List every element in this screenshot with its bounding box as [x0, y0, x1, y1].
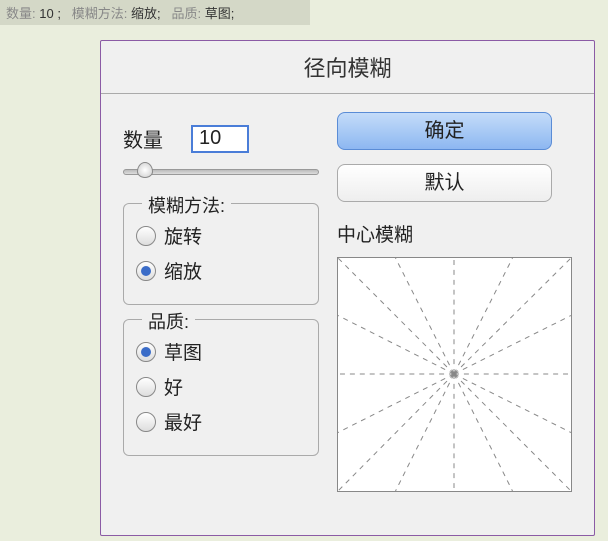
- dialog-title: 径向模糊: [101, 41, 594, 94]
- radio-icon: [136, 226, 156, 246]
- blur-method-legend: 模糊方法:: [142, 192, 231, 218]
- preview-label: 中心模糊: [337, 220, 572, 247]
- radio-icon: [136, 412, 156, 432]
- radio-label: 旋转: [164, 222, 202, 249]
- summary-quality-val: 草图;: [205, 6, 235, 21]
- radio-draft[interactable]: 草图: [136, 338, 306, 365]
- radio-spin[interactable]: 旋转: [136, 222, 306, 249]
- quality-group: 品质: 草图 好 最好: [123, 319, 319, 456]
- summary-quality-key: 品质:: [172, 6, 202, 21]
- radio-label: 缩放: [164, 257, 202, 284]
- radio-label: 草图: [164, 338, 202, 365]
- blur-center-preview[interactable]: [337, 257, 572, 492]
- summary-amount-val: 10 ;: [39, 6, 61, 21]
- radio-best[interactable]: 最好: [136, 408, 306, 435]
- default-button[interactable]: 默认: [337, 164, 552, 202]
- radial-blur-dialog: 径向模糊 数量 模糊方法: 旋转 缩放: [100, 40, 595, 536]
- slider-thumb[interactable]: [137, 162, 153, 178]
- radio-good[interactable]: 好: [136, 373, 306, 400]
- radio-zoom[interactable]: 缩放: [136, 257, 306, 284]
- radio-icon: [136, 261, 156, 281]
- summary-method-key: 模糊方法:: [72, 6, 128, 21]
- zoom-preview-icon: [338, 258, 571, 491]
- summary-method-val: 缩放;: [131, 6, 161, 21]
- amount-input[interactable]: [191, 125, 249, 153]
- amount-label: 数量: [123, 124, 163, 153]
- ok-button[interactable]: 确定: [337, 112, 552, 150]
- radio-icon: [136, 377, 156, 397]
- quality-legend: 品质:: [142, 308, 195, 334]
- radio-icon: [136, 342, 156, 362]
- blur-method-group: 模糊方法: 旋转 缩放: [123, 203, 319, 305]
- params-summary-bar: 数量: 10 ; 模糊方法: 缩放; 品质: 草图;: [0, 0, 310, 25]
- summary-amount-key: 数量:: [6, 6, 36, 21]
- amount-slider[interactable]: [123, 161, 319, 183]
- radio-label: 最好: [164, 408, 202, 435]
- radio-label: 好: [164, 373, 183, 400]
